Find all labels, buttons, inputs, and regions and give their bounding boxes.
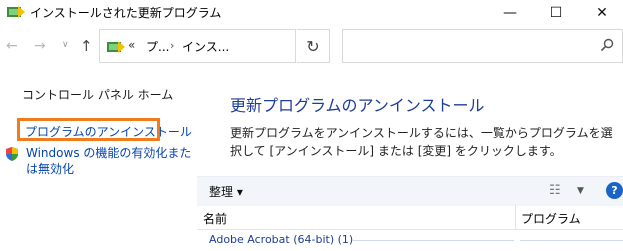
search-input[interactable] bbox=[342, 29, 623, 63]
group-divider bbox=[520, 240, 623, 241]
installed-updates-icon bbox=[6, 4, 26, 20]
breadcrumb-separator-icon[interactable]: › bbox=[170, 39, 174, 52]
breadcrumb-item[interactable]: インス... bbox=[182, 38, 229, 55]
uninstall-program-link[interactable]: プログラムのアンインストール bbox=[17, 118, 192, 141]
close-button[interactable]: ✕ bbox=[579, 0, 623, 26]
command-bar: 整理 ▾ ☷ ▼ ? bbox=[197, 176, 623, 206]
control-panel-home-link[interactable]: コントロール パネル ホーム bbox=[22, 86, 173, 103]
back-arrow-icon[interactable]: ← bbox=[6, 38, 18, 54]
page-title: 更新プログラムのアンインストール bbox=[230, 96, 485, 115]
organize-button[interactable]: 整理 ▾ bbox=[209, 183, 243, 200]
page-description: 更新プログラムをアンインストールするには、一覧からプログラムを選択して [アンイ… bbox=[230, 126, 613, 158]
column-header-name[interactable]: 名前 bbox=[203, 210, 227, 227]
minimize-button[interactable]: — bbox=[487, 0, 533, 26]
refresh-button[interactable]: ↻ bbox=[297, 29, 330, 63]
uninstall-program-label: プログラムのアンインストール bbox=[25, 125, 192, 139]
help-icon[interactable]: ? bbox=[606, 182, 623, 199]
group-divider bbox=[352, 240, 514, 241]
view-options-icon[interactable]: ☷ bbox=[549, 183, 561, 198]
title-bar: インストールされた更新プログラム — ☐ ✕ bbox=[0, 0, 623, 26]
column-divider[interactable] bbox=[515, 205, 516, 229]
column-header-program[interactable]: プログラム bbox=[521, 210, 581, 227]
column-header-row: 名前 プログラム bbox=[197, 205, 623, 230]
shield-icon bbox=[4, 146, 20, 162]
recent-locations-chevron-icon[interactable]: ∨ bbox=[62, 40, 69, 50]
window-title: インストールされた更新プログラム bbox=[30, 6, 222, 20]
forward-arrow-icon[interactable]: → bbox=[34, 38, 46, 54]
maximize-button[interactable]: ☐ bbox=[533, 0, 579, 26]
breadcrumb-overflow-icon[interactable]: « bbox=[128, 38, 135, 52]
up-arrow-icon[interactable]: ↑ bbox=[80, 37, 93, 55]
search-icon[interactable] bbox=[600, 38, 614, 56]
view-dropdown-icon[interactable]: ▼ bbox=[577, 186, 584, 196]
windows-features-link[interactable]: Windows の機能の有効化または無効化 bbox=[26, 145, 196, 177]
group-header[interactable]: Adobe Acrobat (64-bit) (1) bbox=[209, 233, 353, 246]
installed-updates-icon bbox=[106, 39, 126, 55]
address-bar[interactable]: « プ... › インス... bbox=[99, 29, 296, 63]
breadcrumb-item[interactable]: プ... bbox=[146, 38, 169, 55]
